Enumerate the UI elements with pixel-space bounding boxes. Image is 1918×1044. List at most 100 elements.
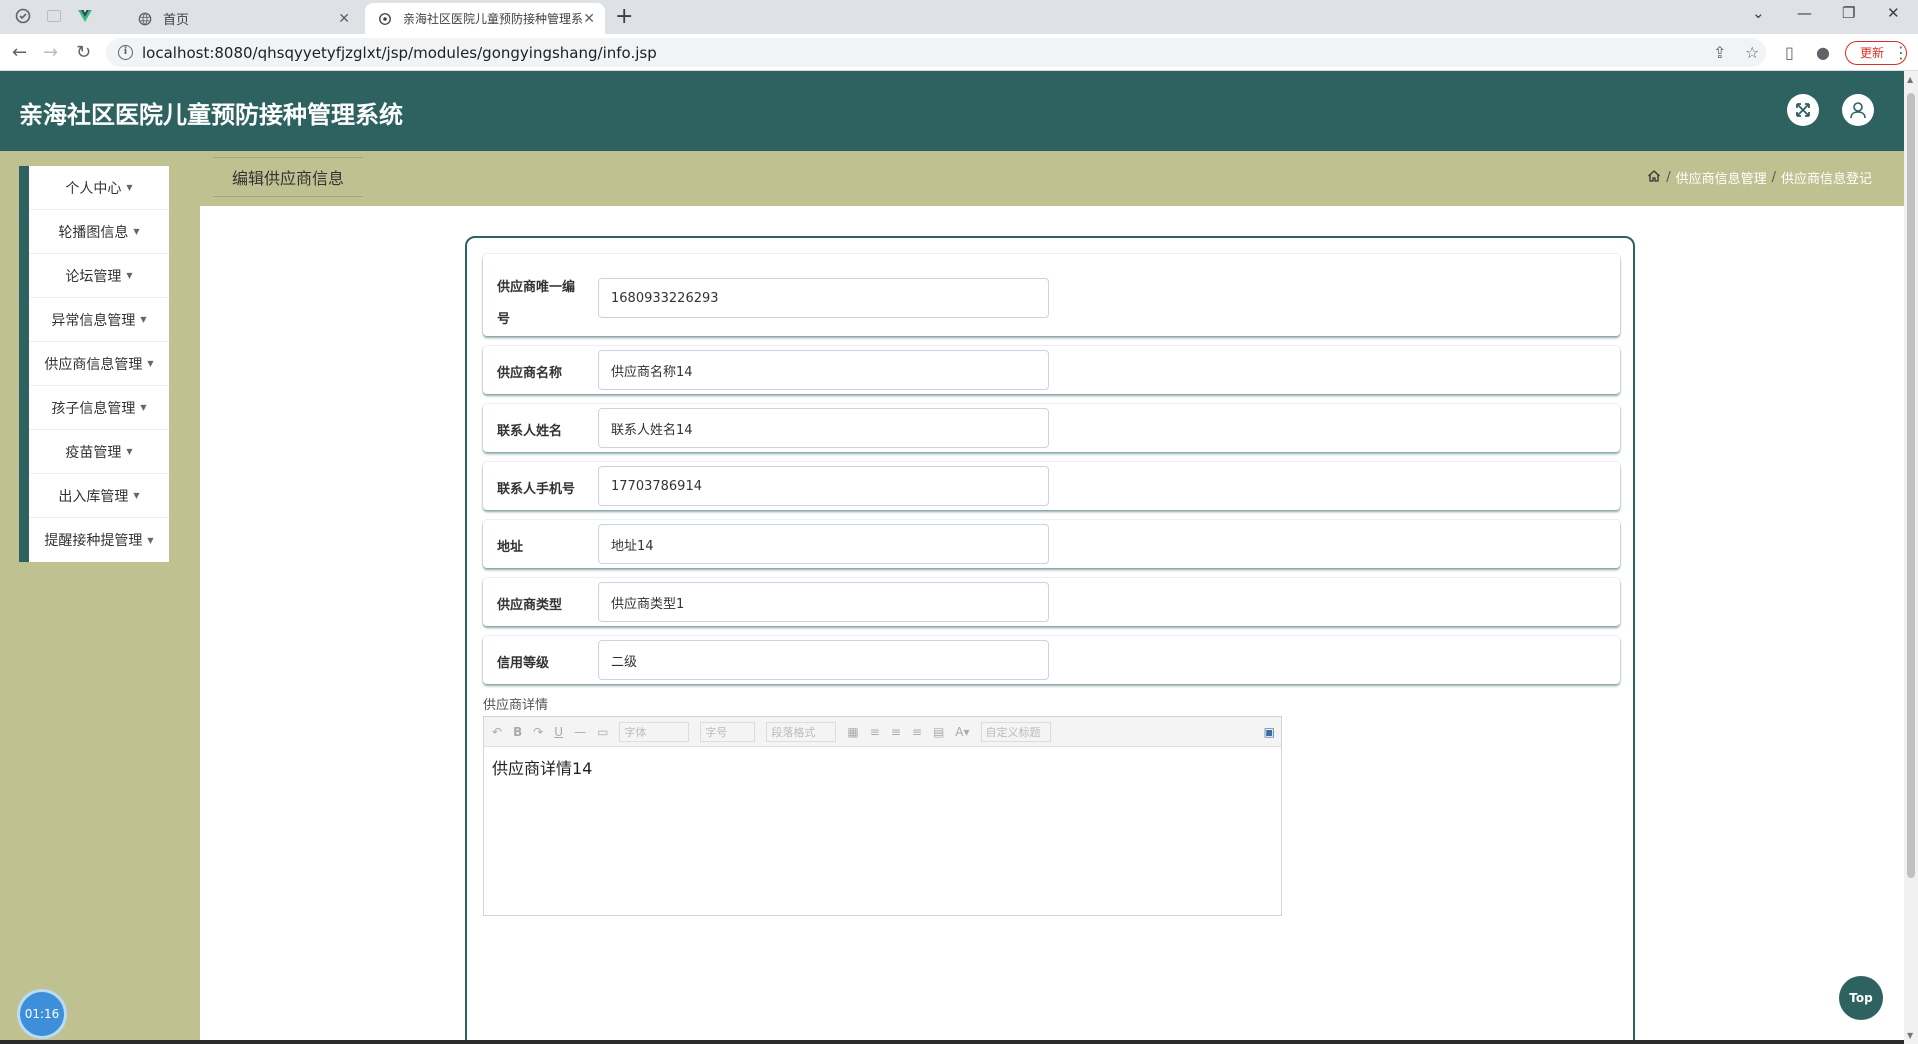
menu-kebab-icon[interactable]: ⋮ [1893,43,1909,62]
sidebar-item-supplier[interactable]: 供应商信息管理 ▼ [29,342,169,386]
form-row-contact-name: 联系人姓名 [483,404,1620,452]
user-avatar-button[interactable] [1842,94,1874,126]
tab-search-icon[interactable]: ⌄ [1752,4,1765,22]
sidebar-item-label: 孩子信息管理 [51,400,136,417]
back-to-top-button[interactable]: Top [1839,976,1883,1020]
sidebar-item-label: 轮播图信息 [58,224,129,241]
sidebar-item-stock-io[interactable]: 出入库管理 ▼ [29,474,169,518]
tab-home[interactable]: 首页 ✕ [105,3,360,34]
pinned-tab-blank-icon[interactable] [45,7,63,25]
address-input[interactable] [598,524,1049,564]
font-family-select[interactable]: 字体 [619,721,690,742]
tab-home-label: 首页 [163,13,190,28]
editor-content[interactable]: 供应商详情14 [484,747,1281,787]
caret-down-icon: ▼ [140,403,147,412]
supplier-id-input[interactable] [598,278,1049,318]
scroll-up-icon[interactable]: ▲ [1907,75,1913,84]
tab-active[interactable]: 亲海社区医院儿童预防接种管理系 ✕ [365,3,605,34]
minimize-icon[interactable]: — [1797,4,1812,22]
sidebar-menu: 个人中心 ▼ 轮播图信息 ▼ 论坛管理 ▼ 异常信息管理 ▼ 供应商信息管理 ▼ 孩子信息… [19,166,169,562]
fullscreen-icon [1796,103,1810,117]
align-right-icon[interactable]: ≡ [891,725,901,739]
caret-down-icon: ▼ [133,491,140,500]
scrollbar-thumb[interactable] [1907,93,1915,878]
sidebar-item-personal-center[interactable]: 个人中心 ▼ [29,166,169,210]
close-icon[interactable]: ✕ [583,11,595,27]
share-icon[interactable]: ⇪ [1713,43,1726,62]
sidebar-item-carousel[interactable]: 轮播图信息 ▼ [29,210,169,254]
sidebar-item-label: 供应商信息管理 [44,356,143,373]
pinned-tab-icon[interactable] [14,7,32,25]
bookmark-star-icon[interactable]: ☆ [1745,43,1759,62]
contact-phone-input[interactable] [598,466,1049,506]
main-content: 供应商唯一编 号 供应商名称 联系人姓名 联系人手机号 地址 供应商类型 信用等… [200,206,1904,1044]
undo-icon[interactable]: ↶ [492,725,502,739]
sidebar-item-abnormal-info[interactable]: 异常信息管理 ▼ [29,298,169,342]
supplier-type-input[interactable] [598,582,1049,622]
sidebar-item-children[interactable]: 孩子信息管理 ▼ [29,386,169,430]
app-title: 亲海社区医院儿童预防接种管理系统 [19,101,403,129]
reload-icon[interactable]: ↻ [76,42,91,63]
format-clear-icon[interactable]: ▭ [597,725,608,739]
profile-icon[interactable]: ● [1816,43,1830,62]
form-row-supplier-id: 供应商唯一编 号 [483,254,1620,336]
align-left-icon[interactable]: ≡ [870,725,880,739]
sidebar-item-label: 个人中心 [65,180,122,197]
sidebar-item-label: 提醒接种提管理 [44,533,143,549]
credit-level-input[interactable] [598,640,1049,680]
app-header: 亲海社区医院儿童预防接种管理系统 [0,71,1904,151]
breadcrumb-supplier-management[interactable]: 供应商信息管理 [1676,168,1767,187]
align-justify-icon[interactable]: ▤ [933,725,944,739]
url-field[interactable]: i localhost:8080/qhsqyyetyfjzglxt/jsp/mo… [106,38,1766,67]
timer-badge[interactable]: 01:16 [17,989,67,1039]
new-tab-button[interactable]: + [615,4,633,29]
caret-down-icon: ▼ [147,535,154,545]
scroll-down-icon[interactable]: ▼ [1907,1031,1913,1040]
caret-down-icon: ▼ [133,227,140,236]
home-icon[interactable] [1647,169,1661,187]
breadcrumb-separator: / [1666,170,1671,185]
custom-title-select[interactable]: 自定义标题 [980,721,1051,742]
sidebar-item-forum[interactable]: 论坛管理 ▼ [29,254,169,298]
close-icon[interactable]: ✕ [338,11,350,27]
table-icon[interactable]: ▦ [847,725,858,739]
sidebar-item-label: 异常信息管理 [51,312,136,329]
paragraph-format-select[interactable]: 段落格式 [766,721,837,742]
contact-name-input[interactable] [598,408,1049,448]
form-row-address: 地址 [483,520,1620,568]
rich-text-editor: ↶ B ↷ U — ▭ 字体 字号 段落格式 ▦ ≡ ≡ ≡ ▤ A▾ 自定义标… [483,716,1282,916]
restore-icon[interactable]: ❐ [1842,4,1855,22]
align-center-icon[interactable]: ≡ [912,725,922,739]
back-arrow-icon[interactable]: ← [12,42,27,63]
taskbar-strip [0,1040,1904,1044]
globe-icon [137,11,153,27]
page-title: 编辑供应商信息 [213,157,363,197]
supplier-name-input[interactable] [598,350,1049,390]
fullscreen-button[interactable] [1787,94,1819,126]
page-scrollbar[interactable]: ▲ ▼ [1904,71,1918,1044]
url-text: localhost:8080/qhsqyyetyfjzglxt/jsp/modu… [142,44,657,62]
info-icon[interactable]: i [118,45,133,60]
underline-icon[interactable]: U [554,725,563,739]
font-size-select[interactable]: 字号 [700,721,756,742]
browser-address-bar: ← → ↻ i localhost:8080/qhsqyyetyfjzglxt/… [0,34,1918,71]
vue-tab-icon[interactable] [76,7,94,25]
font-color-icon[interactable]: A▾ [955,725,969,739]
bold-icon[interactable]: B [513,725,522,739]
tab-active-label: 亲海社区医院儿童预防接种管理系 [403,12,584,26]
sidebar-item-reminder[interactable]: 提醒接种提管理 ▼ [29,518,169,562]
side-panel-icon[interactable]: ▯ [1785,43,1794,62]
redo-icon[interactable]: ↷ [533,725,543,739]
field-label: 供应商名称 [497,366,563,381]
breadcrumb-separator: / [1771,170,1776,185]
field-label: 联系人手机号 [497,482,576,497]
editor-toolbar: ↶ B ↷ U — ▭ 字体 字号 段落格式 ▦ ≡ ≡ ≡ ▤ A▾ 自定义标… [484,717,1281,747]
caret-down-icon: ▼ [147,359,154,368]
window-close-icon[interactable]: ✕ [1887,4,1900,22]
forward-arrow-icon[interactable]: → [43,42,58,63]
field-label: 信用等级 [497,656,550,671]
sidebar-item-label: 出入库管理 [58,488,129,505]
horizontal-rule-icon[interactable]: — [574,725,586,739]
sidebar-item-vaccine[interactable]: 疫苗管理 ▼ [29,430,169,474]
preview-icon[interactable]: ▣ [1264,725,1275,739]
